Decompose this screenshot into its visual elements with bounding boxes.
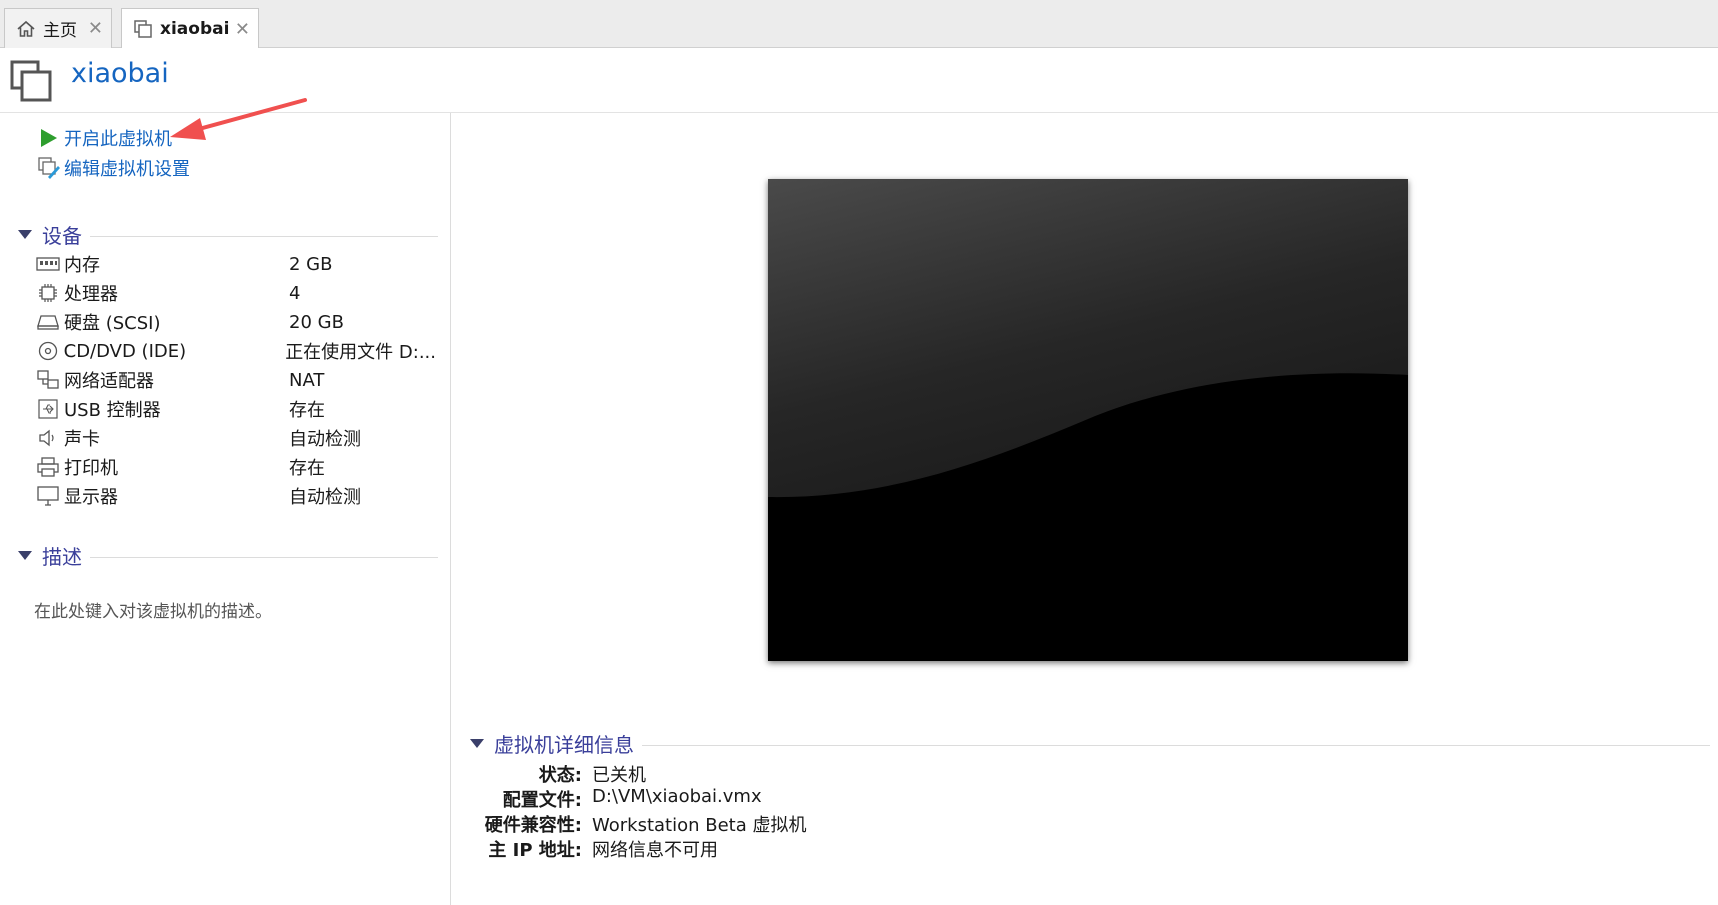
- devices-section-header[interactable]: 设备: [18, 220, 438, 249]
- network-icon: [36, 369, 60, 391]
- vm-icon: [132, 18, 154, 40]
- page-title: xiaobai: [71, 58, 169, 89]
- device-name: 网络适配器: [64, 371, 154, 392]
- device-name: 内存: [64, 255, 100, 276]
- device-row-memory[interactable]: 内存 2 GB: [36, 250, 436, 278]
- device-row-display[interactable]: 显示器 自动检测: [36, 482, 436, 510]
- device-name: CD/DVD (IDE): [63, 340, 187, 362]
- device-name: USB 控制器: [64, 400, 161, 421]
- power-on-label: 开启此虚拟机: [64, 129, 172, 150]
- device-name: 显示器: [64, 487, 118, 508]
- tab-home-label: 主页: [43, 21, 77, 41]
- monitor-icon: [36, 485, 60, 507]
- device-name: 硬盘 (SCSI): [64, 313, 161, 334]
- device-value: 2 GB: [289, 253, 333, 275]
- detail-row-ip-address: 主 IP 地址: 网络信息不可用: [470, 836, 1270, 861]
- device-row-sound[interactable]: 声卡 自动检测: [36, 424, 436, 452]
- power-on-button[interactable]: 开启此虚拟机: [38, 125, 172, 151]
- edit-settings-icon: [38, 157, 60, 179]
- device-name: 声卡: [64, 429, 100, 450]
- device-value: 存在: [289, 400, 325, 421]
- speaker-icon: [36, 427, 60, 449]
- edit-settings-label: 编辑虚拟机设置: [64, 159, 190, 180]
- harddisk-icon: [36, 311, 60, 333]
- play-icon: [38, 127, 60, 149]
- tab-xiaobai[interactable]: xiaobai ✕: [121, 8, 259, 49]
- vm-details-section-title: 虚拟机详细信息: [494, 733, 634, 757]
- device-value: 20 GB: [289, 311, 344, 333]
- vm-large-icon: [10, 60, 54, 108]
- detail-value: 网络信息不可用: [592, 840, 718, 861]
- detail-key: 配置文件:: [502, 790, 582, 811]
- device-row-cpu[interactable]: 处理器 4: [36, 279, 436, 307]
- device-row-cddvd[interactable]: CD/DVD (IDE) 正在使用文件 D:...: [36, 337, 436, 365]
- device-row-usb[interactable]: USB 控制器 存在: [36, 395, 436, 423]
- tab-xiaobai-label: xiaobai: [160, 19, 230, 39]
- detail-value: 已关机: [592, 765, 646, 786]
- device-name: 打印机: [64, 458, 118, 479]
- device-row-printer[interactable]: 打印机 存在: [36, 453, 436, 481]
- devices-section-title: 设备: [42, 224, 82, 248]
- device-row-harddisk[interactable]: 硬盘 (SCSI) 20 GB: [36, 308, 436, 336]
- device-value: NAT: [289, 369, 325, 391]
- detail-row-status: 状态: 已关机: [470, 761, 1270, 786]
- description-text[interactable]: 在此处键入对该虚拟机的描述。: [34, 597, 272, 622]
- home-icon: [15, 18, 37, 40]
- device-value: 自动检测: [289, 429, 361, 450]
- divider: [90, 557, 438, 558]
- device-value: 存在: [289, 458, 325, 479]
- device-name: 处理器: [64, 284, 118, 305]
- edit-settings-button[interactable]: 编辑虚拟机设置: [38, 155, 190, 181]
- detail-value: Workstation Beta 虚拟机: [592, 815, 807, 836]
- description-section-title: 描述: [42, 545, 82, 569]
- vm-preview-thumbnail[interactable]: [768, 179, 1408, 661]
- device-value: 自动检测: [289, 487, 361, 508]
- cd-icon: [36, 340, 60, 362]
- vm-details-section-header[interactable]: 虚拟机详细信息: [470, 729, 1710, 758]
- vm-header: xiaobai: [0, 48, 1718, 113]
- divider: [642, 745, 1710, 746]
- device-value: 正在使用文件 D:...: [285, 342, 436, 363]
- left-panel: 开启此虚拟机 编辑虚拟机设置 设备 内存 2 GB 处理器 4 硬盘 (SCSI…: [0, 113, 451, 905]
- collapse-triangle-icon[interactable]: [470, 739, 484, 748]
- detail-key: 状态:: [538, 765, 582, 786]
- cpu-icon: [36, 282, 60, 304]
- detail-key: 主 IP 地址:: [488, 840, 582, 861]
- device-value: 4: [289, 282, 301, 304]
- detail-row-hardware-compat: 硬件兼容性: Workstation Beta 虚拟机: [470, 811, 1270, 836]
- device-row-network[interactable]: 网络适配器 NAT: [36, 366, 436, 394]
- collapse-triangle-icon[interactable]: [18, 230, 32, 239]
- description-section-header[interactable]: 描述: [18, 541, 438, 570]
- usb-icon: [36, 398, 60, 420]
- detail-key: 硬件兼容性:: [484, 815, 582, 836]
- close-icon[interactable]: ✕: [235, 19, 250, 40]
- vm-preview-graphic: [768, 179, 1408, 661]
- printer-icon: [36, 456, 60, 478]
- detail-value: D:\VM\xiaobai.vmx: [592, 786, 762, 807]
- divider: [90, 236, 438, 237]
- tab-bar: 主页 ✕ xiaobai ✕: [0, 0, 1718, 49]
- close-icon[interactable]: ✕: [88, 18, 103, 39]
- detail-row-config-file: 配置文件: D:\VM\xiaobai.vmx: [470, 786, 1270, 811]
- memory-icon: [36, 253, 60, 275]
- tab-home[interactable]: 主页 ✕: [4, 8, 112, 48]
- collapse-triangle-icon[interactable]: [18, 551, 32, 560]
